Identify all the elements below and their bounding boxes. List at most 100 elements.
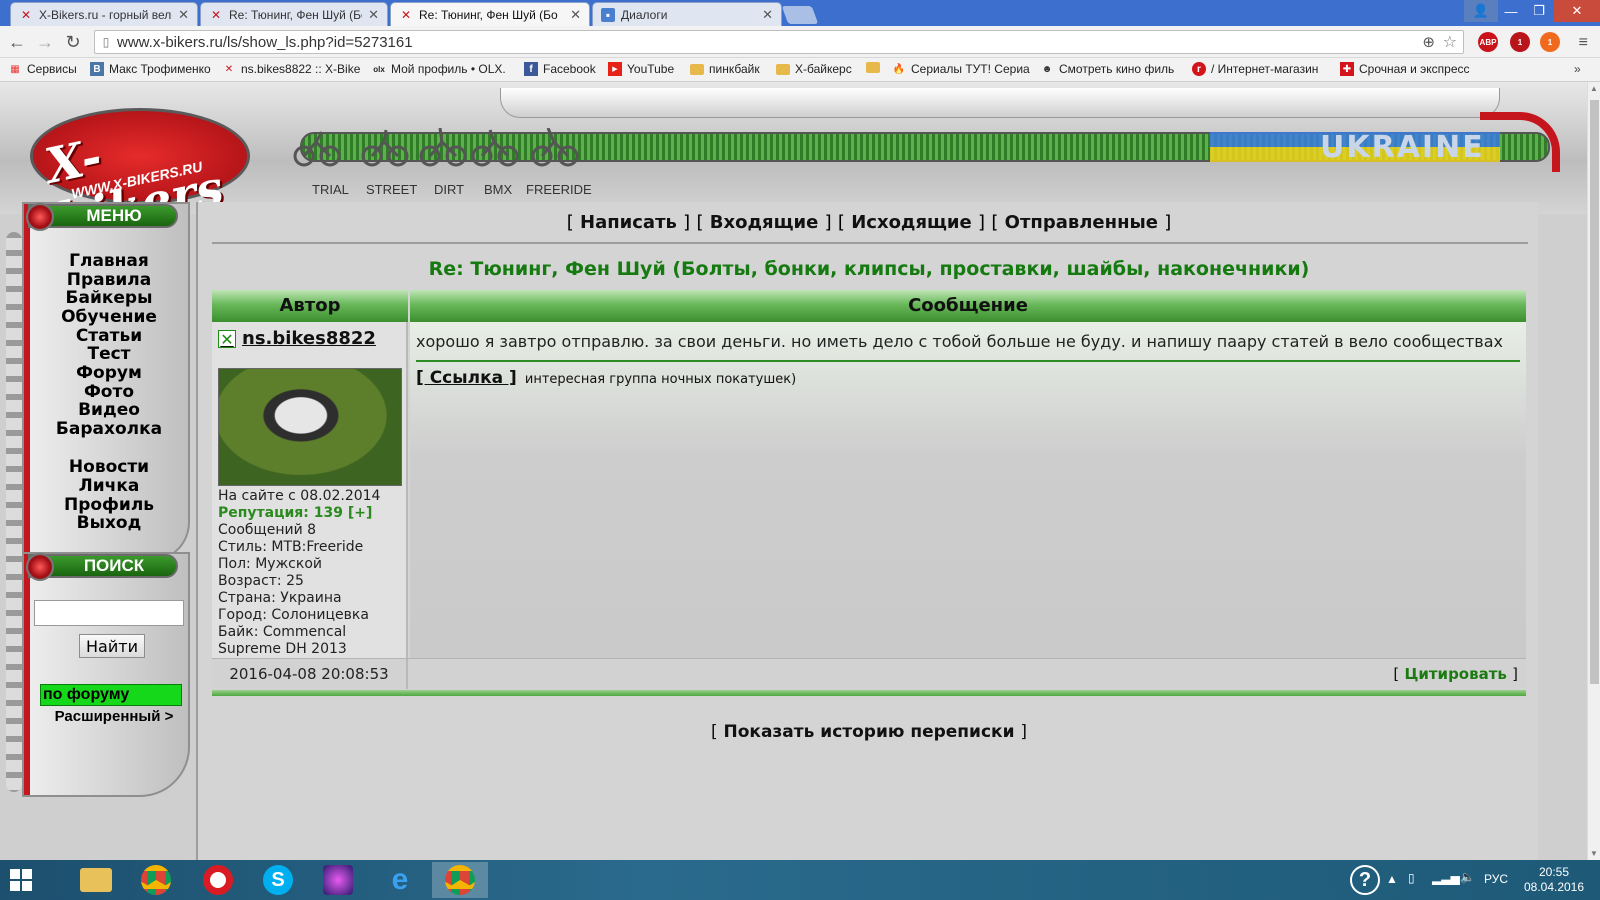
menu-item-articles[interactable]: Статьи bbox=[34, 326, 184, 346]
game-taskbar-icon[interactable] bbox=[310, 862, 366, 898]
folder-icon bbox=[866, 62, 880, 73]
category-street[interactable]: STREET bbox=[366, 182, 417, 197]
site-logo[interactable]: X-bikers WWW.X-BIKERS.RU bbox=[10, 90, 270, 250]
category-freeride[interactable]: FREERIDE bbox=[526, 182, 592, 197]
chain-decoration bbox=[6, 232, 22, 792]
bookmark-item[interactable]: r / Интернет-магазин bbox=[1192, 62, 1330, 76]
menu-item-photo[interactable]: Фото bbox=[34, 382, 184, 402]
skype-taskbar-icon[interactable]: S bbox=[250, 862, 306, 898]
back-icon[interactable]: ← bbox=[6, 31, 28, 53]
folder-icon bbox=[690, 63, 704, 75]
nav-sent[interactable]: Отправленные bbox=[1005, 212, 1158, 233]
opera-taskbar-icon[interactable] bbox=[190, 862, 246, 898]
language-indicator[interactable]: РУС bbox=[1484, 872, 1508, 886]
address-bar[interactable]: ▯ www.x-bikers.ru/ls/show_ls.php?id=5273… bbox=[94, 30, 1464, 54]
more-bookmarks-icon[interactable]: » bbox=[1574, 62, 1594, 76]
close-icon[interactable]: ✕ bbox=[762, 7, 773, 23]
bookmark-item[interactable]: f Facebook bbox=[524, 62, 600, 76]
nav-inbox[interactable]: Входящие bbox=[710, 212, 819, 233]
page-scrollbar[interactable]: ▲ ▼ bbox=[1587, 82, 1600, 860]
bookmark-item[interactable]: olx Мой профиль • OLX. bbox=[372, 62, 508, 76]
menu-item-profile[interactable]: Профиль bbox=[34, 495, 184, 515]
zoom-icon[interactable]: ⊕ bbox=[1422, 33, 1435, 51]
menu-item-logout[interactable]: Выход bbox=[34, 513, 184, 533]
quote-link[interactable]: [ Цитировать ] bbox=[1393, 665, 1518, 683]
menu-item-market[interactable]: Барахолка bbox=[34, 419, 184, 439]
nav-write[interactable]: Написать bbox=[580, 212, 677, 233]
device-icon[interactable]: ▯ bbox=[1408, 871, 1415, 885]
author-link[interactable]: ✕ ns.bikes8822 bbox=[218, 328, 376, 349]
bookmark-item[interactable]: 🔥 Сериалы ТУТ! Сериа bbox=[892, 62, 1030, 76]
search-scope-select[interactable]: по форуму bbox=[40, 684, 182, 706]
scroll-down-icon[interactable]: ▼ bbox=[1590, 849, 1598, 858]
taskbar: S e ? ▲ ▯ ▂▃▅ 🔈 РУС 20:55 08.04.2016 bbox=[0, 860, 1600, 900]
menu-item-rules[interactable]: Правила bbox=[34, 270, 184, 290]
browser-tab[interactable]: ✕ Re: Тюнинг, Фен Шуй (Бо ✕ bbox=[200, 2, 388, 26]
author-reputation[interactable]: Репутация: 139 [+] bbox=[218, 505, 372, 521]
history-link[interactable]: [ Показать историю переписки ] bbox=[198, 722, 1540, 742]
menu-item-news[interactable]: Новости bbox=[34, 457, 184, 477]
browser-tab-active[interactable]: ✕ Re: Тюнинг, Фен Шуй (Бо ✕ bbox=[390, 2, 590, 26]
reload-icon[interactable]: ↻ bbox=[62, 31, 84, 53]
help-icon[interactable]: ? bbox=[1350, 865, 1380, 895]
olx-icon: olx bbox=[373, 64, 385, 74]
bookmark-star-icon[interactable]: ☆ bbox=[1443, 32, 1457, 52]
menu-item-forum[interactable]: Форум bbox=[34, 363, 184, 383]
signature-link[interactable]: [ Ссылка ] bbox=[416, 368, 517, 388]
close-icon[interactable]: ✕ bbox=[368, 7, 379, 23]
close-icon[interactable]: ✕ bbox=[570, 7, 581, 23]
browser-tab[interactable]: ✕ X-Bikers.ru - горный вело ✕ bbox=[10, 2, 198, 26]
bookmark-folder[interactable]: пинкбайк bbox=[690, 62, 768, 76]
bookmark-item[interactable]: ▶ YouTube bbox=[608, 62, 684, 76]
close-icon[interactable]: ✕ bbox=[178, 7, 189, 23]
site-header: UKRAINE X-bikers WWW.X-BIKERS.RU TRIAL S… bbox=[0, 82, 1587, 250]
windows-start-icon[interactable] bbox=[10, 869, 32, 891]
bookmark-item[interactable]: ▦ Сервисы bbox=[8, 62, 82, 76]
avatar[interactable] bbox=[218, 368, 402, 486]
window-close-button[interactable]: ✕ bbox=[1554, 0, 1600, 22]
advanced-search-link[interactable]: Расширенный > bbox=[40, 708, 188, 725]
x-bikers-icon: ✕ bbox=[218, 329, 236, 348]
bookmark-folder[interactable]: Х-байкерс bbox=[776, 62, 858, 76]
search-input[interactable] bbox=[34, 600, 184, 626]
bookmark-item[interactable]: ✚ Срочная и экспресс bbox=[1340, 62, 1482, 76]
chrome-taskbar-icon[interactable] bbox=[128, 862, 184, 898]
restore-button[interactable]: ❐ bbox=[1522, 0, 1556, 22]
menu-item-home[interactable]: Главная bbox=[34, 251, 184, 271]
nav-outbox[interactable]: Исходящие bbox=[851, 212, 972, 233]
volume-icon[interactable]: 🔈 bbox=[1460, 870, 1475, 884]
category-dirt[interactable]: DIRT bbox=[434, 182, 464, 197]
category-bmx[interactable]: BMX bbox=[484, 182, 512, 197]
system-clock[interactable]: 20:55 08.04.2016 bbox=[1514, 865, 1594, 895]
adblock-icon[interactable]: ABP bbox=[1478, 32, 1498, 52]
category-trial[interactable]: TRIAL bbox=[312, 182, 349, 197]
scroll-up-icon[interactable]: ▲ bbox=[1590, 84, 1598, 93]
extension-icon[interactable]: 1 bbox=[1540, 32, 1560, 52]
menu-item-learning[interactable]: Обучение bbox=[34, 307, 184, 327]
search-button[interactable]: Найти bbox=[79, 634, 145, 658]
new-tab-button[interactable] bbox=[781, 6, 819, 24]
chrome-active-taskbar-icon[interactable] bbox=[432, 862, 488, 898]
explorer-taskbar-icon[interactable] bbox=[68, 862, 124, 898]
browser-tab[interactable]: ▪ Диалоги ✕ bbox=[592, 2, 782, 26]
bookmark-folder[interactable] bbox=[866, 62, 888, 73]
menu-icon[interactable]: ≡ bbox=[1579, 34, 1588, 52]
forward-icon[interactable]: → bbox=[34, 31, 56, 53]
ie-taskbar-icon[interactable]: e bbox=[372, 862, 428, 898]
network-icon[interactable]: ▂▃▅ bbox=[1432, 871, 1460, 885]
bookmark-item[interactable]: ☻ Смотреть кино филь bbox=[1040, 62, 1180, 76]
bookmark-item[interactable]: B Макс Трофименко bbox=[90, 62, 214, 76]
url-text[interactable]: www.x-bikers.ru/ls/show_ls.php?id=527316… bbox=[117, 34, 413, 51]
opera-ext-icon[interactable]: 1 bbox=[1510, 32, 1530, 52]
menu-item-video[interactable]: Видео bbox=[34, 400, 184, 420]
x-bikers-icon: ✕ bbox=[210, 7, 222, 22]
browser-tab-strip: ✕ X-Bikers.ru - горный вело ✕ ✕ Re: Тюни… bbox=[0, 0, 1600, 26]
menu-item-bikers[interactable]: Байкеры bbox=[34, 288, 184, 308]
user-icon[interactable]: 👤 bbox=[1464, 0, 1498, 22]
scrollbar-thumb[interactable] bbox=[1590, 100, 1599, 684]
menu-item-test[interactable]: Тест bbox=[34, 344, 184, 364]
tray-up-icon[interactable]: ▲ bbox=[1386, 872, 1398, 886]
facebook-icon: f bbox=[524, 62, 538, 76]
bookmark-item[interactable]: ✕ ns.bikes8822 :: X-Bike bbox=[222, 62, 360, 76]
menu-item-messages[interactable]: Личка bbox=[34, 476, 184, 496]
